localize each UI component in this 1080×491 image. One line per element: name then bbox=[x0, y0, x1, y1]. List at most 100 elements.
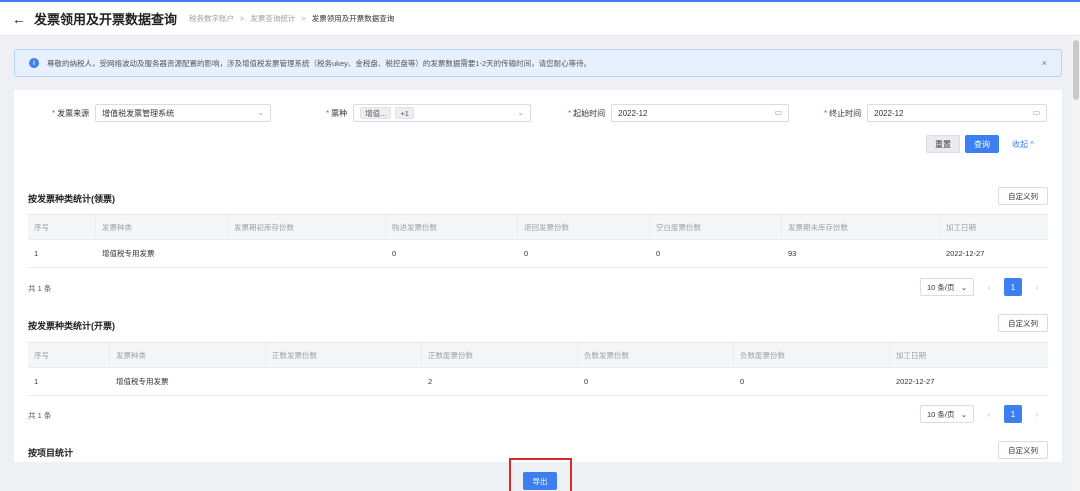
section-title-receive: 按发票种类统计(领票) bbox=[28, 194, 115, 204]
breadcrumb-separator: > bbox=[301, 14, 306, 23]
table-cell: 1 bbox=[34, 249, 39, 258]
table-cell: 0 bbox=[740, 377, 745, 386]
filter-invoice-type: * 票种 增值... +1 ⌄ bbox=[326, 104, 532, 122]
table-cell bbox=[266, 368, 422, 395]
page-size-select[interactable]: 10 条/页 ⌄ bbox=[920, 278, 974, 296]
prev-page-icon[interactable]: ‹ bbox=[982, 283, 996, 292]
custom-columns-button[interactable]: 自定义列 bbox=[998, 441, 1048, 459]
more-tag: +1 bbox=[395, 107, 414, 119]
column-header[interactable]: 序号 bbox=[28, 343, 110, 367]
table-cell: 0 bbox=[524, 249, 529, 258]
table-row: 1 增值税专用发票 2 0 0 2022-12-27 bbox=[28, 368, 1048, 396]
query-button[interactable]: 查询 bbox=[965, 135, 999, 153]
filter-invoice-source: * 发票来源 增值税发票管理系统 ⌄ bbox=[52, 104, 272, 122]
notice-banner: i 尊敬的纳税人，受网络波动及服务器资源配置的影响，涉及增值税发票管理系统（税务… bbox=[14, 49, 1062, 77]
column-header[interactable]: 正数废票份数 bbox=[422, 343, 578, 367]
next-page-icon[interactable]: › bbox=[1030, 410, 1044, 419]
column-header[interactable]: 发票种类 bbox=[96, 215, 228, 239]
pagination: 10 条/页 ⌄ ‹ 1 › bbox=[920, 278, 1044, 296]
table-cell: 2022-12-27 bbox=[946, 249, 985, 258]
invoice-type-select[interactable]: 增值... +1 ⌄ bbox=[353, 104, 532, 122]
table-cell: 1 bbox=[34, 377, 39, 386]
table-cell: 增值税专用发票 bbox=[102, 249, 155, 258]
column-header[interactable]: 发票期末库存份数 bbox=[782, 215, 940, 239]
table-cell: 0 bbox=[656, 249, 661, 258]
column-header[interactable]: 加工日期 bbox=[890, 343, 1048, 367]
custom-columns-button[interactable]: 自定义列 bbox=[998, 187, 1048, 205]
column-header[interactable]: 发票期初库存份数 bbox=[228, 215, 386, 239]
table-cell: 0 bbox=[392, 249, 397, 258]
column-header[interactable]: 发票种类 bbox=[110, 343, 266, 367]
collapse-link[interactable]: 收起 ^ bbox=[1012, 139, 1034, 150]
chevron-down-icon: ⌄ bbox=[960, 282, 967, 292]
scrollbar-thumb[interactable] bbox=[1073, 40, 1079, 100]
export-highlight-box: 导出 bbox=[509, 458, 572, 491]
filter-label: * 终止时间 bbox=[824, 108, 862, 118]
section-title-issue: 按发票种类统计(开票) bbox=[28, 321, 115, 331]
table-cell: 2 bbox=[428, 377, 433, 386]
custom-columns-button[interactable]: 自定义列 bbox=[998, 314, 1048, 332]
column-header[interactable]: 购进发票份数 bbox=[386, 215, 518, 239]
column-header[interactable]: 负数发票份数 bbox=[578, 343, 734, 367]
column-header[interactable]: 序号 bbox=[28, 215, 96, 239]
page-title: 发票领用及开票数据查询 bbox=[34, 12, 178, 27]
export-button[interactable]: 导出 bbox=[523, 472, 557, 490]
page-size-select[interactable]: 10 条/页 ⌄ bbox=[920, 405, 974, 423]
column-header[interactable]: 加工日期 bbox=[940, 215, 1048, 239]
scrollbar-track[interactable] bbox=[1072, 36, 1080, 491]
issue-table: 序号 发票种类 正数发票份数 正数废票份数 负数发票份数 负数废票份数 加工日期… bbox=[28, 342, 1048, 396]
page-size-value: 10 条/页 bbox=[927, 282, 955, 292]
info-icon: i bbox=[29, 58, 39, 68]
filter-label: * 票种 bbox=[326, 108, 348, 118]
column-header[interactable]: 退回发票份数 bbox=[518, 215, 650, 239]
receive-table: 序号 发票种类 发票期初库存份数 购进发票份数 退回发票份数 空白废票份数 发票… bbox=[28, 214, 1048, 268]
page-number[interactable]: 1 bbox=[1004, 278, 1022, 296]
breadcrumb: 税务数字账户 > 发票查询统计 > 发票领用及开票数据查询 bbox=[189, 13, 394, 24]
query-panel: * 发票来源 增值税发票管理系统 ⌄ * 票种 增值... +1 ⌄ * 起始时间 2… bbox=[14, 90, 1062, 462]
table-cell bbox=[228, 240, 386, 267]
table-header: 序号 发票种类 正数发票份数 正数废票份数 负数发票份数 负数废票份数 加工日期 bbox=[28, 342, 1048, 368]
table-cell: 增值税专用发票 bbox=[116, 377, 169, 386]
end-date-picker[interactable]: 2022-12 ▭ bbox=[867, 104, 1048, 122]
total-count: 共 1 条 bbox=[28, 411, 52, 420]
selected-tag: 增值... bbox=[360, 107, 392, 119]
next-page-icon[interactable]: › bbox=[1030, 283, 1044, 292]
pagination: 10 条/页 ⌄ ‹ 1 › bbox=[920, 405, 1044, 423]
page-header: ← 发票领用及开票数据查询 税务数字账户 > 发票查询统计 > 发票领用及开票数… bbox=[0, 2, 1080, 36]
table-cell: 93 bbox=[788, 249, 797, 258]
date-value: 2022-12 bbox=[618, 108, 648, 118]
back-arrow-icon[interactable]: ← bbox=[12, 11, 26, 27]
column-header[interactable]: 正数发票份数 bbox=[266, 343, 422, 367]
chevron-down-icon: ⌄ bbox=[257, 108, 265, 117]
select-value: 增值税发票管理系统 bbox=[102, 108, 175, 118]
table-cell: 0 bbox=[584, 377, 589, 386]
filter-end-time: * 终止时间 2022-12 ▭ bbox=[824, 104, 1048, 122]
filter-label: * 发票来源 bbox=[52, 108, 90, 118]
chevron-down-icon: ⌄ bbox=[960, 409, 967, 419]
breadcrumb-separator: > bbox=[240, 14, 245, 23]
invoice-source-select[interactable]: 增值税发票管理系统 ⌄ bbox=[95, 104, 272, 122]
chevron-down-icon: ⌄ bbox=[517, 108, 525, 117]
breadcrumb-item-stats[interactable]: 发票查询统计 bbox=[250, 13, 295, 24]
total-count: 共 1 条 bbox=[28, 284, 52, 293]
calendar-icon: ▭ bbox=[774, 108, 783, 117]
date-value: 2022-12 bbox=[874, 108, 904, 118]
breadcrumb-item-current: 发票领用及开票数据查询 bbox=[311, 14, 395, 23]
reset-button[interactable]: 重置 bbox=[926, 135, 960, 153]
filter-start-time: * 起始时间 2022-12 ▭ bbox=[568, 104, 790, 122]
calendar-icon: ▭ bbox=[1032, 108, 1041, 117]
close-icon[interactable]: × bbox=[1042, 58, 1047, 68]
table-cell: 2022-12-27 bbox=[896, 377, 935, 386]
page-size-value: 10 条/页 bbox=[927, 409, 955, 419]
breadcrumb-item-account[interactable]: 税务数字账户 bbox=[189, 13, 234, 24]
table-row: 1 增值税专用发票 0 0 0 93 2022-12-27 bbox=[28, 240, 1048, 268]
page-number[interactable]: 1 bbox=[1004, 405, 1022, 423]
notice-text: 尊敬的纳税人，受网络波动及服务器资源配置的影响，涉及增值税发票管理系统（税务uk… bbox=[47, 58, 592, 68]
table-header: 序号 发票种类 发票期初库存份数 购进发票份数 退回发票份数 空白废票份数 发票… bbox=[28, 214, 1048, 240]
column-header[interactable]: 负数废票份数 bbox=[734, 343, 890, 367]
prev-page-icon[interactable]: ‹ bbox=[982, 410, 996, 419]
column-header[interactable]: 空白废票份数 bbox=[650, 215, 782, 239]
start-date-picker[interactable]: 2022-12 ▭ bbox=[611, 104, 790, 122]
filter-label: * 起始时间 bbox=[568, 108, 606, 118]
section-title-project: 按项目统计 bbox=[28, 448, 74, 458]
